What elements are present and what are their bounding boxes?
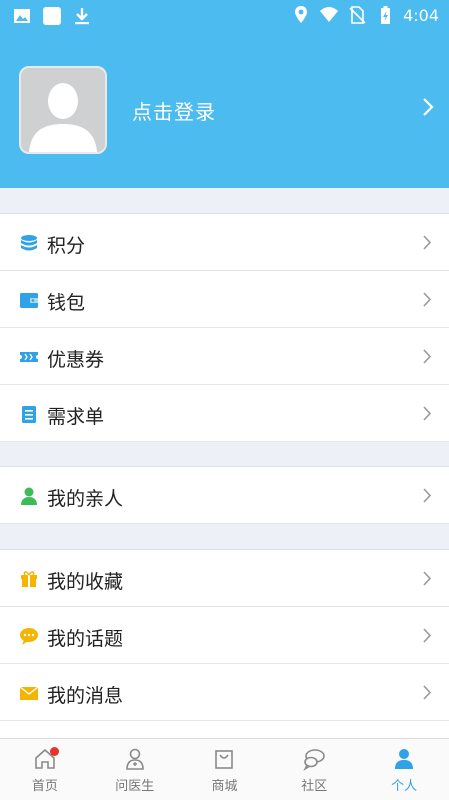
menu-item-label: 优惠券: [47, 349, 105, 371]
avatar[interactable]: [19, 66, 107, 154]
chevron-right-icon: [423, 349, 432, 364]
tab-ask-doctor[interactable]: 问医生: [90, 739, 180, 800]
tab-label: 社区: [301, 779, 328, 794]
menu-item-label: 我的消息: [47, 685, 124, 707]
tab-personal[interactable]: 个人: [359, 739, 449, 800]
tab-community[interactable]: 社区: [269, 739, 359, 800]
tab-home[interactable]: 首页: [0, 739, 90, 800]
chevron-right-icon: [423, 292, 432, 307]
image-icon: [14, 9, 30, 23]
chevron-right-icon: [423, 235, 432, 250]
menu-item-label: 积分: [47, 235, 86, 257]
shopping-bag-icon: [215, 750, 234, 769]
wallet-icon: [20, 293, 38, 308]
chat-bubble-icon: [20, 628, 38, 645]
profile-header[interactable]: 点击登录: [0, 32, 449, 188]
menu-group-account: 积分 钱包 优惠券 需求单: [0, 213, 449, 442]
login-link[interactable]: 点击登录: [132, 96, 216, 125]
chevron-right-icon: [423, 628, 432, 643]
menu-item-requests[interactable]: 需求单: [0, 385, 449, 442]
notification-badge: [50, 747, 59, 756]
no-sim-icon: [349, 6, 366, 24]
tab-label: 问医生: [115, 779, 155, 794]
app-notification-icon: [43, 7, 61, 25]
clipboard-icon: [22, 406, 36, 423]
menu-item-label: 我的话题: [47, 628, 124, 650]
menu-group-personal: 我的收藏 我的话题 我的消息: [0, 549, 449, 738]
chevron-right-icon[interactable]: [421, 96, 435, 118]
menu-item-messages[interactable]: 我的消息: [0, 664, 449, 721]
menu-item-label: 我的亲人: [47, 488, 124, 510]
person-icon: [21, 487, 37, 505]
menu-item-family[interactable]: 我的亲人: [0, 467, 449, 524]
community-icon: [303, 749, 326, 771]
coins-icon: [21, 235, 37, 251]
status-right: 4:04: [291, 5, 439, 25]
menu-group-family: 我的亲人: [0, 466, 449, 524]
tab-mall[interactable]: 商城: [180, 739, 270, 800]
menu-item-topics[interactable]: 我的话题: [0, 607, 449, 664]
profile-icon: [395, 749, 414, 769]
wifi-icon: [320, 7, 339, 22]
menu-item-coupons[interactable]: 优惠券: [0, 328, 449, 385]
envelope-icon: [19, 686, 39, 700]
menu-item-wallet[interactable]: 钱包: [0, 271, 449, 328]
status-time: 4:04: [403, 5, 439, 25]
status-left: [12, 6, 92, 26]
gift-icon: [21, 571, 37, 587]
chevron-right-icon: [423, 488, 432, 503]
tab-label: 商城: [211, 779, 238, 794]
chevron-right-icon: [423, 571, 432, 586]
chevron-right-icon: [423, 406, 432, 421]
default-avatar-icon: [21, 68, 105, 152]
location-icon: [295, 6, 308, 23]
tab-label: 个人: [391, 779, 418, 794]
download-icon: [75, 8, 89, 25]
menu-item-favorites[interactable]: 我的收藏: [0, 550, 449, 607]
status-bar: 4:04: [0, 0, 449, 32]
coupon-icon: [20, 352, 38, 362]
battery-charging-icon: [381, 6, 391, 24]
menu-item-label: 需求单: [47, 406, 105, 428]
menu-item-points[interactable]: 积分: [0, 214, 449, 271]
tab-label: 首页: [31, 779, 58, 794]
chevron-right-icon: [423, 685, 432, 700]
doctor-icon: [125, 748, 144, 770]
bottom-tab-bar: 首页 问医生 商城 社区 个人: [0, 738, 449, 800]
menu-item-label: 钱包: [47, 292, 86, 314]
menu-item-label: 我的收藏: [47, 571, 124, 593]
